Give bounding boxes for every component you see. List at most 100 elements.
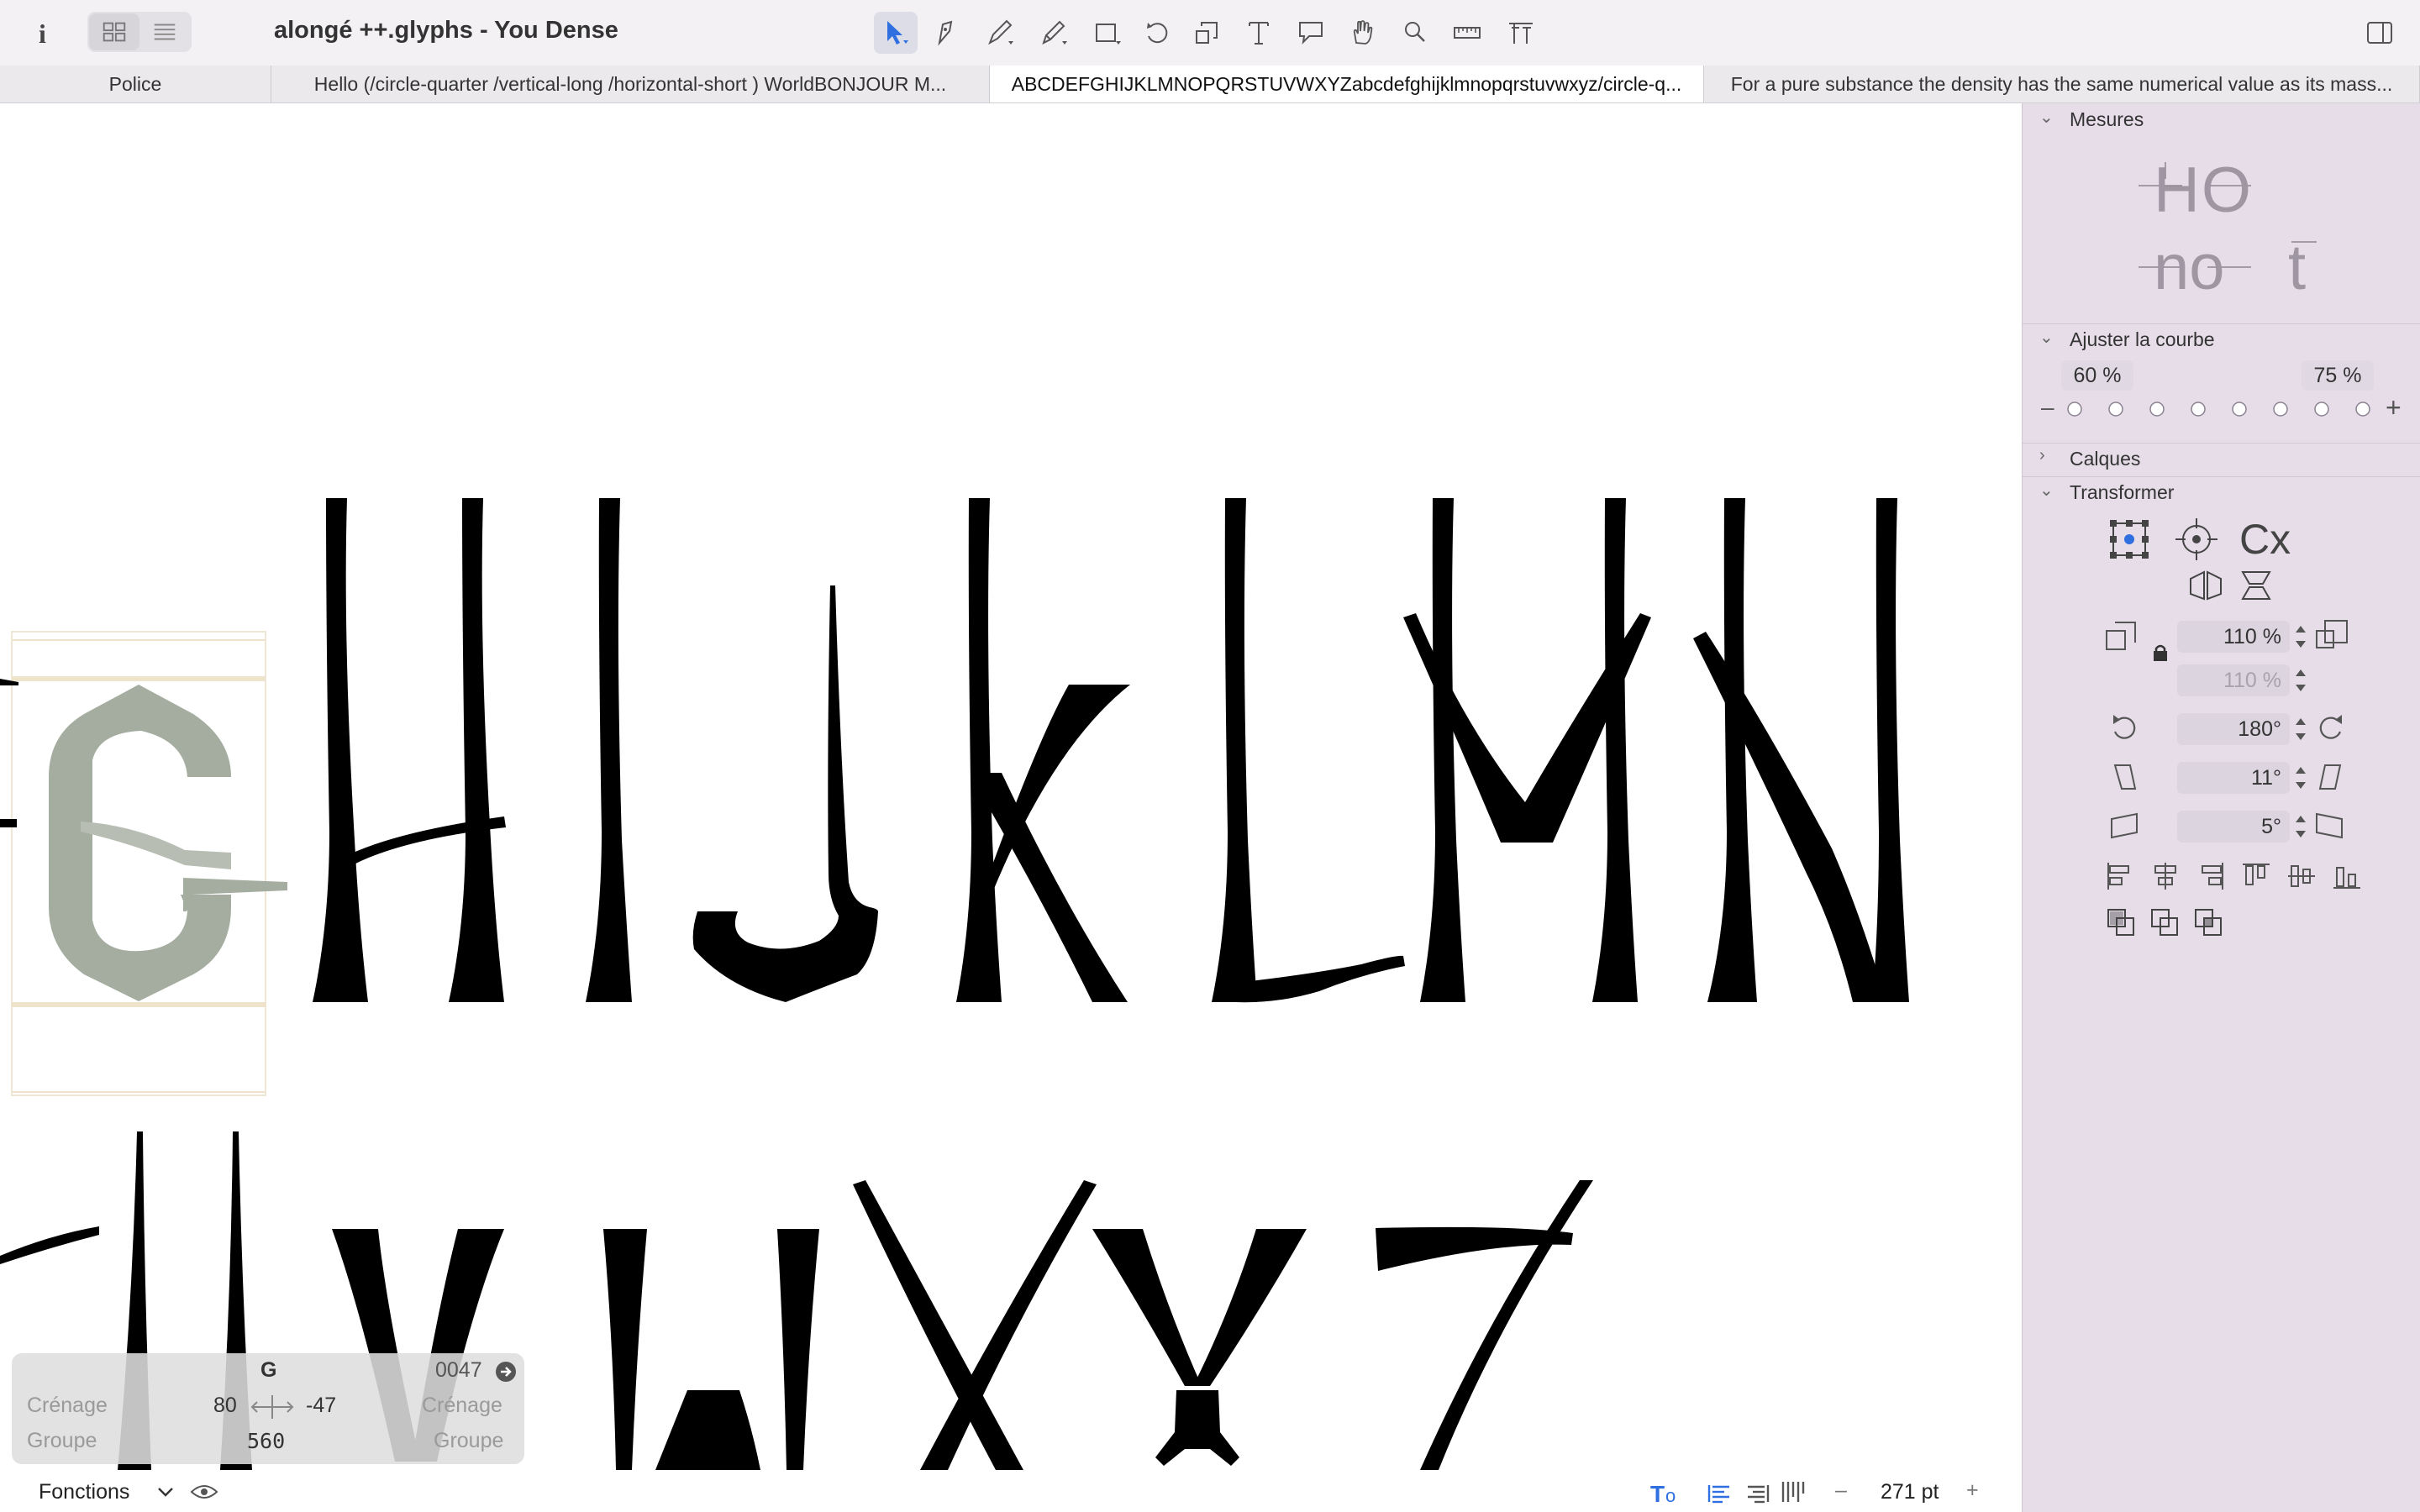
flip-vertical-icon[interactable] (2238, 569, 2275, 602)
tab-police[interactable]: Police (0, 66, 271, 102)
flip-horizontal-icon[interactable] (2187, 569, 2224, 602)
document-tabs: Police Hello (/circle-quarter /vertical-… (0, 66, 2420, 103)
rotate-cw-icon[interactable] (2313, 711, 2347, 745)
vertical-text-icon[interactable] (1780, 1480, 1805, 1504)
curve-increase-button[interactable]: + (2386, 392, 2402, 423)
align-right-icon[interactable] (1744, 1482, 1770, 1504)
slant-stepper[interactable] (2293, 762, 2308, 794)
intersect-icon[interactable] (2192, 906, 2226, 940)
curve-right-percent[interactable]: 75 % (2302, 360, 2374, 391)
glyph-h (313, 498, 506, 1002)
section-mesures-title: Mesures (2070, 108, 2144, 130)
text-tool[interactable] (1237, 12, 1281, 54)
zoom-icon (1405, 22, 1425, 42)
section-mesures[interactable]: ⌄ Mesures (2023, 103, 2420, 137)
lock-icon[interactable] (2150, 643, 2170, 663)
rotate-stepper[interactable] (2293, 713, 2308, 745)
eye-icon[interactable] (190, 1482, 218, 1502)
rotate-icon (1147, 23, 1168, 44)
glyph-unicode[interactable]: 0047 (435, 1358, 482, 1383)
rectangle-tool[interactable] (1086, 12, 1129, 54)
union-icon[interactable] (2105, 906, 2139, 940)
annotation-tool[interactable] (1289, 12, 1333, 54)
rsb-value[interactable]: -47 (306, 1394, 336, 1418)
rotate-ccw-icon[interactable] (2108, 711, 2142, 745)
tab-pure-substance[interactable]: For a pure substance the density has the… (1704, 66, 2420, 102)
scale-tool[interactable] (1185, 12, 1228, 54)
zoom-tool[interactable] (1393, 12, 1437, 54)
align-center-horizontal-icon[interactable] (2149, 859, 2182, 893)
scale-x-input[interactable]: 110 % (2177, 621, 2290, 653)
hand-tool[interactable] (1341, 12, 1385, 54)
transform-origin-grid-icon[interactable] (2107, 517, 2152, 562)
grid-view-button[interactable] (89, 13, 139, 50)
slant-left-icon[interactable] (2108, 760, 2142, 794)
font-size-value[interactable]: 271 pt (1881, 1480, 1939, 1504)
info-button[interactable]: i (22, 12, 66, 54)
select-tool[interactable] (874, 12, 918, 54)
metrics-line-2: no (2154, 232, 2225, 303)
text-direction-icon[interactable]: To (1650, 1480, 1684, 1505)
text-tool-icon (1249, 22, 1269, 45)
scale-x-stepper[interactable] (2293, 621, 2308, 653)
glyph-y (1092, 1229, 1307, 1466)
skew-right-icon[interactable] (2313, 809, 2347, 843)
lsb-value[interactable]: 80 (213, 1394, 237, 1418)
curve-left-percent[interactable]: 60 % (2061, 360, 2133, 391)
align-center-vertical-icon[interactable] (2285, 859, 2318, 893)
align-top-edge-icon[interactable] (2239, 859, 2273, 893)
metrics-link-icon[interactable] (249, 1392, 296, 1422)
width-value[interactable]: 560 (247, 1429, 285, 1453)
scale-y-input[interactable]: 110 % (2177, 664, 2290, 696)
scale-up-icon[interactable] (2313, 617, 2350, 651)
section-layers[interactable]: › Calques (2023, 443, 2420, 476)
section-transform[interactable]: ⌄ Transformer (2023, 476, 2420, 510)
draw-icon (988, 19, 1013, 45)
rectangle-icon (1096, 24, 1121, 45)
slant-input[interactable]: 11° (2177, 762, 2290, 794)
pencil-tool[interactable] (1032, 12, 1076, 54)
skew-input[interactable]: 5° (2177, 811, 2290, 843)
pen-tool[interactable] (924, 12, 968, 54)
tab-alphabet[interactable]: ABCDEFGHIJKLMNOPQRSTUVWXYZabcdefghijklmn… (990, 66, 1704, 102)
crosshair-icon[interactable] (2174, 517, 2219, 562)
svg-text:T: T (1650, 1481, 1665, 1505)
skew-left-icon[interactable] (2108, 809, 2142, 843)
go-to-glyph-icon[interactable] (494, 1360, 518, 1383)
section-curve[interactable]: ⌄ Ajuster la courbe (2023, 323, 2420, 357)
subtract-icon[interactable] (2149, 906, 2182, 940)
annotation-icon (1299, 22, 1323, 45)
metrics-line-1: HO (2154, 155, 2253, 226)
slant-right-icon[interactable] (2313, 760, 2347, 794)
glyph-name[interactable]: G (260, 1358, 276, 1383)
glyph-k (956, 498, 1130, 1002)
active-glyph-g[interactable] (11, 631, 287, 1096)
align-left-icon[interactable] (1707, 1482, 1733, 1504)
zoom-in-button[interactable]: + (1966, 1478, 1979, 1503)
edit-canvas[interactable]: G 0047 Crénage 80 -47 Crénage Groupe 560… (0, 103, 2022, 1512)
sidebar-toggle-button[interactable] (2358, 12, 2402, 54)
zoom-out-button[interactable]: – (1835, 1478, 1847, 1503)
chevron-down-icon[interactable] (156, 1485, 175, 1499)
align-left-edge-icon[interactable] (2103, 859, 2137, 893)
type-metrics-tool[interactable] (1499, 12, 1543, 54)
pencil-icon (1042, 20, 1067, 45)
tab-hello-text[interactable]: Hello (/circle-quarter /vertical-long /h… (271, 66, 990, 102)
scale-y-stepper[interactable] (2293, 664, 2308, 696)
skew-stepper[interactable] (2293, 811, 2308, 843)
hand-icon (1353, 20, 1373, 45)
draw-tool[interactable] (978, 12, 1022, 54)
list-view-button[interactable] (139, 13, 190, 50)
curve-slider[interactable] (2065, 399, 2384, 419)
curve-decrease-button[interactable]: – (2041, 394, 2054, 421)
scale-down-icon[interactable] (2103, 619, 2140, 653)
align-right-edge-icon[interactable] (2194, 859, 2228, 893)
glyph-j (692, 585, 878, 1002)
rotate-tool[interactable] (1134, 12, 1178, 54)
cx-origin-label[interactable]: Cx (2239, 515, 2291, 564)
measure-tool[interactable] (1445, 12, 1489, 54)
measure-icon (1454, 27, 1481, 39)
functions-menu[interactable]: Fonctions (39, 1480, 129, 1504)
align-bottom-edge-icon[interactable] (2330, 859, 2364, 893)
rotate-input[interactable]: 180° (2177, 713, 2290, 745)
